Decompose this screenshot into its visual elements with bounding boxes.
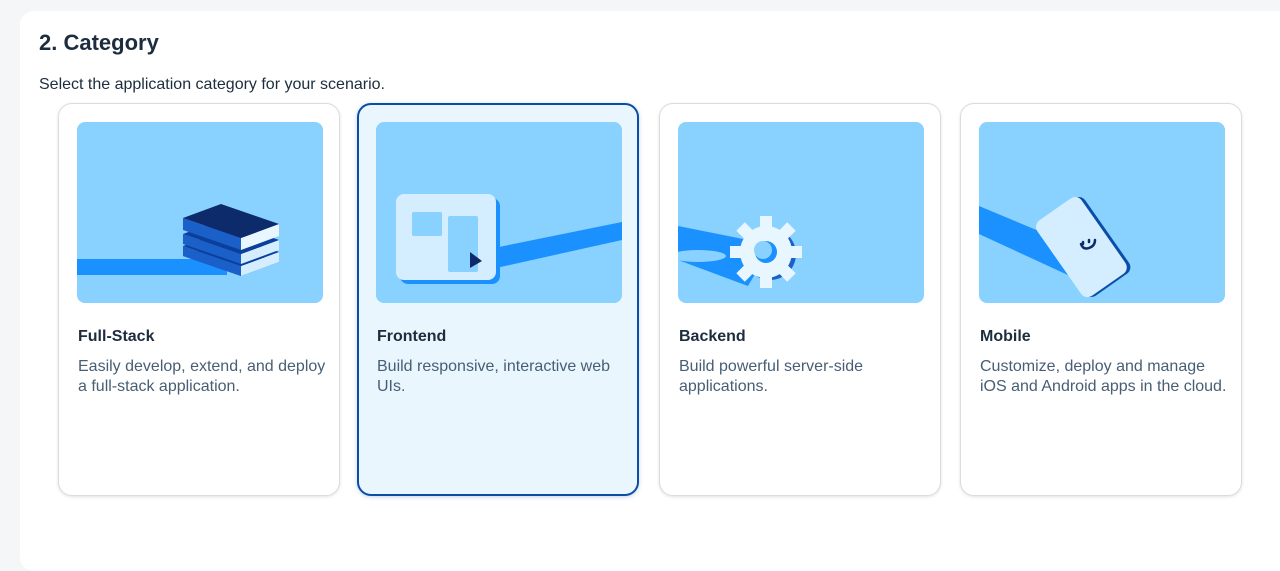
mobile-phone-icon [979,122,1225,303]
category-card-frontend[interactable]: Frontend Build responsive, interactive w… [357,103,639,496]
card-title: Full-Stack [78,328,155,345]
gear-icon [678,122,924,303]
browser-window-icon [376,122,622,303]
category-card-full-stack[interactable]: Full-Stack Easily develop, extend, and d… [58,103,340,496]
card-title: Backend [679,328,746,345]
section-title: 2. Category [39,30,159,55]
card-title: Frontend [377,328,447,345]
category-card-backend[interactable]: Backend Build powerful server-side appli… [659,103,941,496]
card-description: Build responsive, interactive web UIs. [377,358,611,395]
category-card-mobile[interactable]: Mobile Customize, deploy and manage iOS … [960,103,1242,496]
section-subtitle: Select the application category for your… [39,76,385,93]
card-title: Mobile [980,328,1031,345]
card-description: Easily develop, extend, and deploy a ful… [78,358,326,395]
card-description: Build powerful server-side applications. [679,358,864,395]
card-description: Customize, deploy and manage iOS and And… [980,358,1227,395]
layers-stack-icon [77,122,323,303]
